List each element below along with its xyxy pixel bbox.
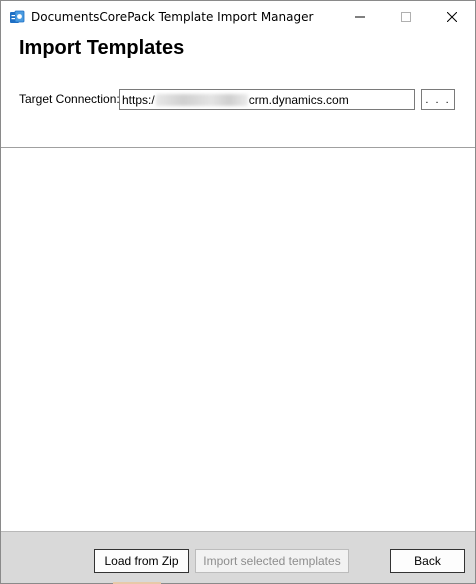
target-connection-input[interactable]: https:/ crm.dynamics.com	[119, 89, 415, 110]
connection-url-masked	[155, 93, 248, 106]
browse-connection-button[interactable]: . . .	[421, 89, 455, 110]
documentscorepack-icon	[9, 10, 25, 25]
minimize-icon	[355, 16, 365, 17]
load-from-zip-button[interactable]: Load from Zip	[94, 549, 189, 573]
maximize-button[interactable]	[383, 1, 429, 32]
templates-list-area[interactable]	[1, 148, 475, 531]
close-button[interactable]	[429, 1, 475, 32]
close-icon	[447, 11, 457, 22]
connection-url-suffix: crm.dynamics.com	[248, 92, 349, 107]
page-title: Import Templates	[19, 37, 185, 59]
back-button[interactable]: Back	[390, 549, 465, 573]
connection-url-prefix: https:/	[122, 92, 155, 107]
target-connection-label: Target Connection:	[19, 92, 120, 106]
title-bar[interactable]: DocumentsCorePack Template Import Manage…	[1, 1, 475, 32]
import-selected-templates-button[interactable]: Import selected templates	[195, 549, 349, 573]
footer-bar: Load from Zip Import selected templates …	[1, 531, 475, 584]
maximize-icon	[401, 11, 411, 22]
import-manager-window: DocumentsCorePack Template Import Manage…	[0, 0, 476, 584]
window-title: DocumentsCorePack Template Import Manage…	[31, 10, 314, 24]
minimize-button[interactable]	[337, 1, 383, 32]
